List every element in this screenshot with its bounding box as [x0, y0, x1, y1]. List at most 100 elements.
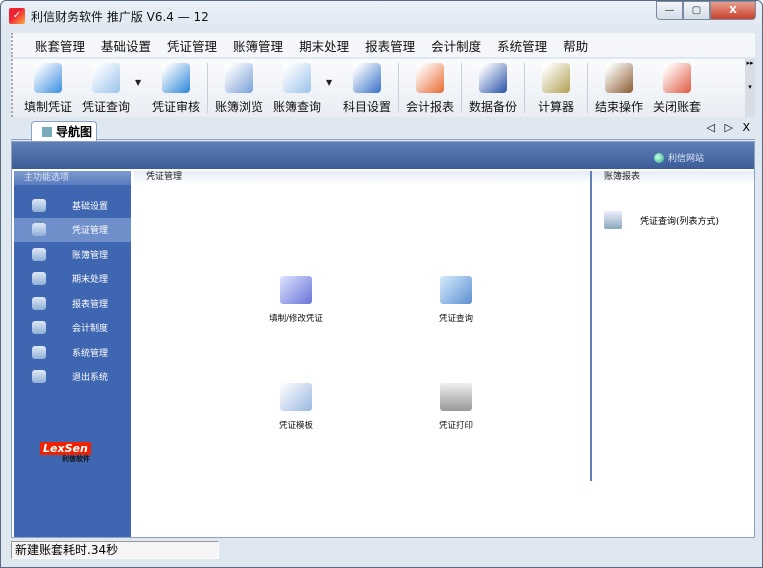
title-bar: ✓ 利信财务软件 推广版 V6.4 — 12 [9, 6, 209, 26]
navigation-panel: 利信网站 主功能选项 基础设置 凭证管理 账簿管理 期末处理 报表管理 会计制度 系统管理退… [11, 141, 755, 538]
window-title: 利信财务软件 推广版 V6.4 — 12 [31, 9, 209, 24]
menu-item[interactable]: 基础设置 [93, 36, 159, 55]
menu-item[interactable]: 凭证管理 [159, 36, 225, 55]
item-label: 凭证模板 [278, 421, 313, 431]
tab-navigation-map[interactable]: 导航图 [31, 121, 97, 141]
status-text: 新建账套耗时.34秒 [11, 541, 219, 559]
sidebar-item[interactable]: 账簿管理 [14, 242, 131, 267]
voucher-template-item[interactable]: 凭证模板 [251, 383, 341, 431]
close-button[interactable]: X [710, 1, 756, 20]
toolbar-separator [461, 63, 462, 113]
item-label: 凭证查询 [438, 314, 473, 324]
toolbar-button[interactable]: 数据备份 [464, 61, 522, 117]
voucher-fill-icon [34, 63, 62, 93]
toolbar-button[interactable]: 账簿查询 [268, 61, 326, 117]
sidebar-item[interactable]: 报表管理 [14, 291, 131, 316]
menu-item[interactable]: 账簿管理 [225, 36, 291, 55]
voucher-print-item[interactable]: 凭证打印 [411, 383, 501, 431]
sidebar: 主功能选项 基础设置 凭证管理 账簿管理 期末处理 报表管理 会计制度 系统管理 退出系统 L… [14, 171, 131, 537]
toolbar-button-label: 账簿浏览 [214, 100, 263, 114]
account-settings-icon [353, 63, 381, 93]
sidebar-item[interactable]: 基础设置 [14, 193, 131, 218]
sidebar-item-icon [32, 198, 46, 212]
globe-icon [653, 152, 664, 163]
app-logo-icon: ✓ [9, 8, 25, 24]
printer-icon [440, 383, 472, 411]
site-link-label: 利信网站 [667, 154, 704, 164]
sidebar-item[interactable]: 退出系统 [14, 365, 131, 390]
folder-close-icon [663, 63, 691, 93]
toolbar-button[interactable]: 填制凭证 [19, 61, 77, 117]
toolbar-button[interactable]: 关闭账套 [648, 61, 706, 117]
dropdown-arrow-icon[interactable]: ▼ [135, 78, 147, 87]
menu-item[interactable]: 会计制度 [423, 36, 489, 55]
toolbar-button[interactable]: 账簿浏览 [210, 61, 268, 117]
calculator-icon [542, 63, 570, 93]
toolbar-button-label: 关闭账套 [652, 100, 701, 114]
sidebar-title: 主功能选项 [14, 171, 131, 185]
tab-nav-controls[interactable]: ◁ ▷ X [707, 121, 753, 134]
toolbar-separator [398, 63, 399, 113]
sidebar-item[interactable]: 系统管理 [14, 340, 131, 365]
floppy-backup-icon [479, 63, 507, 93]
menu-item[interactable]: 系统管理 [489, 36, 555, 55]
status-bar: 新建账套耗时.34秒 [11, 541, 755, 559]
logo-subtext: 利信软件 [62, 455, 90, 463]
toolbar-button[interactable]: 凭证查询 [77, 61, 135, 117]
tab-strip: 导航图 ◁ ▷ X [11, 119, 755, 141]
toolbar-button-label: 数据备份 [468, 100, 517, 114]
sidebar-item[interactable]: 凭证管理 [14, 217, 131, 242]
fill-voucher-item[interactable]: 填制/修改凭证 [251, 276, 341, 324]
toolbar-button[interactable]: 科目设置 [338, 61, 396, 117]
toolbar-button-label: 填制凭证 [23, 100, 72, 114]
voucher-edit-icon [280, 276, 312, 304]
sidebar-item-label: 退出系统 [72, 373, 109, 384]
menu-item[interactable]: 期末处理 [291, 36, 357, 55]
sidebar-item-label: 会计制度 [72, 324, 109, 335]
header-band: 利信网站 [12, 142, 754, 169]
sidebar-item-icon [32, 296, 46, 310]
app-window: ✓ 利信财务软件 推广版 V6.4 — 12 — ▢ X 账套管理 基础设置 凭证管… [0, 0, 763, 568]
item-label: 凭证打印 [438, 421, 473, 431]
toolbar-button[interactable]: 会计报表 [401, 61, 459, 117]
site-link[interactable]: 利信网站 [653, 151, 704, 164]
sidebar-item-icon [32, 370, 46, 384]
toolbar-button[interactable]: 计算器 [527, 61, 585, 117]
menu-bar: 账套管理 基础设置 凭证管理 账簿管理 期末处理 报表管理 会计制度 系统管理 帮助 [11, 33, 755, 57]
voucher-search-icon [92, 63, 120, 93]
ledger-report-panel: 账簿报表 凭证查询(列表方式) [590, 171, 754, 481]
sidebar-item-label: 账簿管理 [72, 250, 109, 261]
voucher-panel: 凭证管理 填制/修改凭证 凭证查询 凭证模板 凭证打印 [134, 171, 590, 537]
dropdown-arrow-icon[interactable]: ▼ [326, 78, 338, 87]
voucher-query-item[interactable]: 凭证查询 [411, 276, 501, 324]
sidebar-item-icon [32, 321, 46, 335]
voucher-query-icon [440, 276, 472, 304]
toolbar-button-label: 科目设置 [342, 100, 391, 114]
sidebar-item-label: 期末处理 [72, 275, 109, 286]
sidebar-item-icon [32, 223, 46, 237]
toolbar-button[interactable]: 凭证审核 [147, 61, 205, 117]
sidebar-item-label: 系统管理 [72, 348, 109, 359]
toolbar: 填制凭证 凭证查询 ▼ 凭证审核 账簿浏览 账簿查询 ▼ 科目设置 会计报表 数据备份 计算器 结束操… [11, 59, 755, 117]
toolbar-button-label: 计算器 [537, 100, 574, 114]
menu-item[interactable]: 帮助 [555, 36, 596, 55]
voucher-list-query-item[interactable]: 凭证查询(列表方式) [604, 211, 719, 229]
toolbar-overflow-button[interactable]: ▸▸ ▾ [745, 59, 755, 117]
menu-item[interactable]: 账套管理 [27, 36, 93, 55]
minimize-button[interactable]: — [656, 1, 683, 20]
item-label: 填制/修改凭证 [269, 314, 323, 324]
maximize-button[interactable]: ▢ [683, 1, 710, 20]
panel-title: 凭证管理 [134, 171, 590, 184]
sidebar-item-label: 基础设置 [72, 201, 109, 212]
sidebar-item[interactable]: 期末处理 [14, 267, 131, 292]
voucher-template-icon [280, 383, 312, 411]
sidebar-item-icon [32, 272, 46, 286]
toolbar-separator [587, 63, 588, 113]
toolbar-button[interactable]: 结束操作 [590, 61, 648, 117]
toolbar-button-label: 凭证审核 [151, 100, 200, 114]
sidebar-item-icon [32, 247, 46, 261]
notepad-icon [604, 211, 622, 229]
menu-item[interactable]: 报表管理 [357, 36, 423, 55]
sidebar-item[interactable]: 会计制度 [14, 316, 131, 341]
item-label: 凭证查询(列表方式) [640, 216, 720, 227]
